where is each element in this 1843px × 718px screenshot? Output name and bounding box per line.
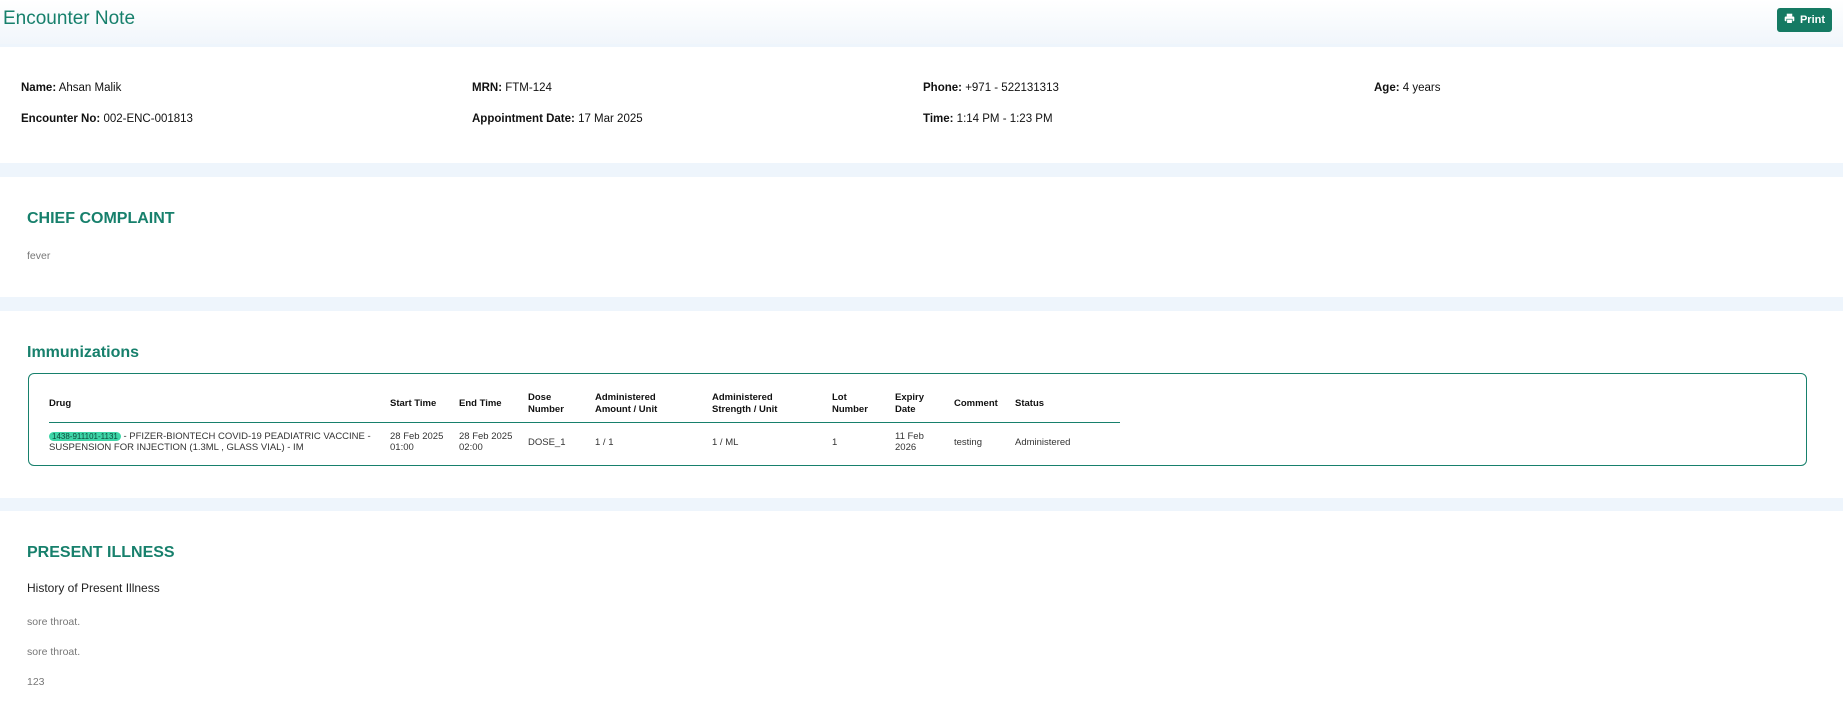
present-illness-card: PRESENT ILLNESS History of Present Illne…	[0, 511, 1843, 718]
column-header-drug: Drug	[49, 386, 390, 423]
page-title: Encounter Note	[3, 8, 136, 29]
column-header-administered-amount: Administered Amount / Unit	[595, 386, 712, 423]
immunizations-table: Drug Start Time End Time Dose Number Admi…	[49, 386, 1120, 462]
mrn-field: MRN: FTM-124	[472, 82, 552, 94]
age-label: Age:	[1374, 82, 1400, 94]
administered-strength-cell: 1 / ML	[712, 436, 739, 448]
patient-name-field: Name: Ahsan Malik	[21, 82, 121, 94]
time-label: Time:	[923, 113, 954, 125]
time-field: Time: 1:14 PM - 1:23 PM	[923, 113, 1053, 125]
appointment-date-field: Appointment Date: 17 Mar 2025	[472, 113, 643, 125]
phone-value: +971 - 522131313	[965, 82, 1059, 94]
immunizations-title: Immunizations	[27, 344, 140, 361]
column-header-expiry-date: Expiry Date	[895, 386, 954, 423]
patient-info-card: Name: Ahsan Malik MRN: FTM-124 Phone: +9…	[0, 47, 1843, 163]
chief-complaint-title: CHIEF COMPLAINT	[27, 210, 175, 227]
phone-label: Phone:	[923, 82, 962, 94]
expiry-date-cell: 11 Feb 2026	[895, 431, 924, 454]
chief-complaint-card: CHIEF COMPLAINT fever	[0, 177, 1843, 297]
patient-name: Ahsan Malik	[58, 82, 122, 94]
column-header-status: Status	[1015, 386, 1120, 423]
name-label: Name:	[21, 82, 57, 94]
print-button[interactable]: Print	[1777, 8, 1832, 32]
print-icon	[1784, 13, 1795, 27]
column-header-dose-number: Dose Number	[528, 386, 595, 423]
column-header-end-time: End Time	[459, 386, 528, 423]
mrn-label: MRN:	[472, 82, 503, 94]
encounter-value: 002-ENC-001813	[103, 113, 193, 125]
encounter-field: Encounter No: 002-ENC-001813	[21, 113, 193, 125]
present-illness-line: sore throat.	[27, 646, 81, 658]
comment-cell: testing	[954, 436, 982, 448]
column-header-administered-strength: Administered Strength / Unit	[712, 386, 832, 423]
administered-amount-cell: 1 / 1	[595, 436, 614, 448]
start-time-cell: 28 Feb 2025 01:00	[390, 431, 444, 454]
appointment-value: 17 Mar 2025	[578, 113, 643, 125]
encounter-label: Encounter No:	[21, 113, 101, 125]
mrn-value: FTM-124	[505, 82, 552, 94]
chief-complaint-text: fever	[27, 250, 51, 262]
table-header-row: Drug Start Time End Time Dose Number Admi…	[49, 386, 1120, 423]
immunizations-card: Immunizations Drug Start Time End Time D…	[0, 311, 1843, 498]
print-label: Print	[1799, 14, 1826, 26]
status-cell: Administered	[1015, 436, 1071, 448]
lot-number-cell: 1	[832, 436, 838, 448]
end-time-cell: 28 Feb 2025 02:00	[459, 431, 513, 454]
appointment-label: Appointment Date:	[472, 113, 575, 125]
drug-cell: 1438-911101-1131 - PFIZER-BIONTECH COVID…	[49, 422, 390, 462]
dose-number-cell: DOSE_1	[528, 436, 566, 448]
time-value: 1:14 PM - 1:23 PM	[956, 113, 1053, 125]
age-field: Age: 4 years	[1374, 82, 1440, 94]
table-row: 1438-911101-1131 - PFIZER-BIONTECH COVID…	[49, 422, 1120, 462]
column-header-comment: Comment	[954, 386, 1015, 423]
immunizations-table-container: Drug Start Time End Time Dose Number Admi…	[28, 373, 1807, 466]
phone-field: Phone: +971 - 522131313	[923, 82, 1059, 94]
age-value: 4 years	[1402, 82, 1441, 94]
present-illness-line: sore throat.	[27, 616, 81, 628]
present-illness-line: 123	[27, 676, 45, 688]
drug-code-badge: 1438-911101-1131	[49, 432, 121, 442]
column-header-start-time: Start Time	[390, 386, 459, 423]
column-header-lot-number: Lot Number	[832, 386, 895, 423]
present-illness-title: PRESENT ILLNESS	[27, 544, 175, 561]
top-bar: Encounter Note Print	[0, 0, 1843, 44]
present-illness-subtitle: History of Present Illness	[27, 581, 160, 595]
